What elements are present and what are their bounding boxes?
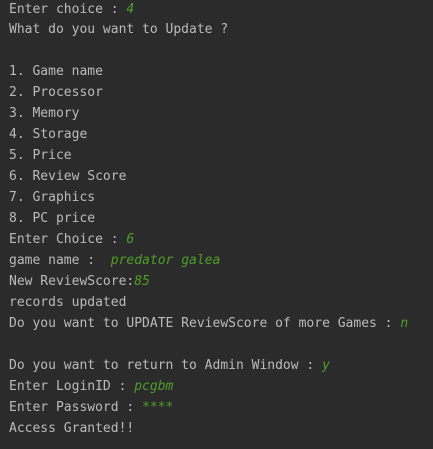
console-text: Enter Password : — [9, 400, 143, 415]
console-text: 2. Processor — [9, 85, 103, 100]
user-input-text: y — [322, 358, 330, 373]
console-line: New ReviewScore:85 — [9, 271, 150, 292]
console-text: Enter LoginID : — [9, 379, 135, 394]
console-text: 5. Price — [9, 148, 72, 163]
user-input-text: 4 — [126, 2, 135, 17]
console-output[interactable]: Enter choice : 4 What do you want to Upd… — [0, 0, 433, 449]
console-text: records updated — [9, 295, 127, 310]
console-text: 8. PC price — [9, 211, 96, 226]
console-text: 1. Game name — [9, 64, 103, 79]
console-text: What do you want to Update ? — [9, 22, 229, 37]
console-line: 3. Memory — [9, 103, 79, 124]
console-line: Do you want to UPDATE ReviewScore of mor… — [9, 313, 408, 334]
console-text: Enter Choice : — [9, 232, 127, 247]
console-text: 6. Review Score — [9, 169, 127, 184]
console-line: 8. PC price — [9, 208, 95, 229]
console-line: Enter Password : **** — [9, 397, 173, 418]
console-text: 3. Memory — [9, 106, 80, 121]
console-line: What do you want to Update ? — [9, 19, 228, 40]
user-input-text: predator galea — [110, 253, 221, 268]
console-text: Do you want to return to Admin Window : — [9, 358, 323, 373]
user-input-text: **** — [142, 400, 174, 415]
console-line: Enter LoginID : pcgbm — [9, 376, 173, 397]
console-line: 2. Processor — [9, 82, 103, 103]
console-text: game name : — [9, 253, 111, 268]
console-line: records updated — [9, 292, 126, 313]
console-text: Do you want to UPDATE ReviewScore of mor… — [9, 316, 401, 331]
console-line: Enter Choice : 6 — [9, 229, 134, 250]
console-line: 1. Game name — [9, 61, 103, 82]
console-line: game name : predator galea — [9, 250, 220, 271]
console-line: 4. Storage — [9, 124, 87, 145]
user-input-text: 85 — [134, 274, 150, 289]
console-line: 7. Graphics — [9, 187, 95, 208]
console-text: Enter choice : — [9, 2, 127, 17]
console-text: New ReviewScore: — [9, 274, 135, 289]
console-text: 4. Storage — [9, 127, 88, 142]
user-input-text: 6 — [126, 232, 135, 247]
console-text: 7. Graphics — [9, 190, 96, 205]
user-input-text: pcgbm — [134, 379, 174, 394]
console-line: Enter choice : 4 — [9, 0, 134, 20]
console-line: Access Granted!! — [9, 418, 134, 439]
console-line: Do you want to return to Admin Window : … — [9, 355, 330, 376]
console-text: Access Granted!! — [9, 421, 135, 436]
user-input-text: n — [400, 316, 409, 331]
console-line: 5. Price — [9, 145, 72, 166]
console-line: 6. Review Score — [9, 166, 126, 187]
